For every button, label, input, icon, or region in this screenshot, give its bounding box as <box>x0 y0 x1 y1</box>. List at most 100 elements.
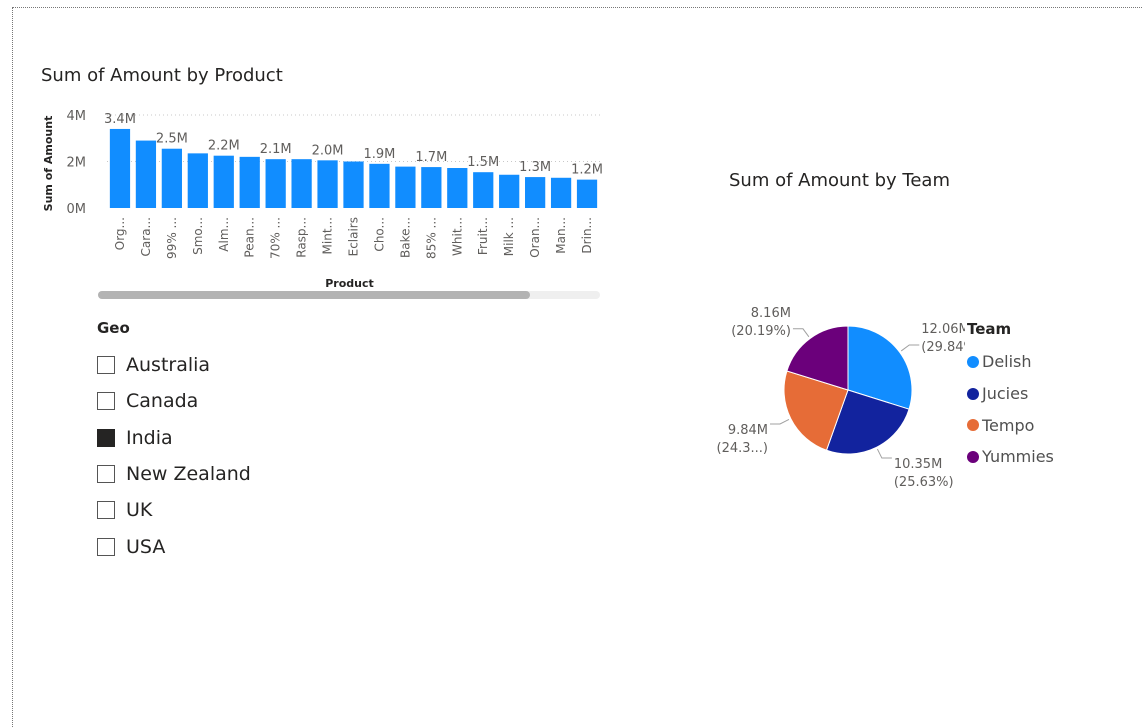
slicer-item-label: Canada <box>126 390 199 413</box>
x-axis-title: Product <box>325 277 374 290</box>
x-tick-label: Eclairs <box>347 217 361 256</box>
checkbox[interactable] <box>97 537 115 556</box>
pie-chart[interactable]: 12.06M (29.84%) 10.35M (25.63%) 9.84M (24.3..… <box>700 290 965 490</box>
bar-chart-scrollbar-thumb[interactable] <box>98 291 530 299</box>
checkbox[interactable] <box>97 428 115 447</box>
pie-chart-title: Sum of Amount by Team <box>729 170 950 191</box>
bar[interactable] <box>213 155 234 208</box>
legend-dot-icon <box>967 450 979 463</box>
pie-value-label: 10.35M <box>894 457 942 472</box>
legend-dot-icon <box>967 387 979 400</box>
bar-data-label: 3.4M <box>104 112 136 127</box>
x-tick-label: Smo... <box>191 217 205 255</box>
x-tick-label: Pean... <box>243 217 257 258</box>
legend-item-yummies[interactable]: Yummies <box>967 441 1054 473</box>
x-tick-label: Org... <box>113 217 127 250</box>
pie-value-label: 12.06M <box>921 322 965 337</box>
pie-percent-label: (29.84%) <box>921 340 965 355</box>
legend-item-label: Tempo <box>982 415 1035 435</box>
bar-data-label: 1.5M <box>467 155 499 170</box>
pie-leader-line <box>770 419 790 425</box>
legend-dot-icon <box>967 355 979 368</box>
bar[interactable] <box>135 140 157 208</box>
bar-data-label: 1.3M <box>519 160 551 175</box>
pie-value-label: 9.84M <box>728 423 768 438</box>
bar[interactable] <box>317 160 338 208</box>
y-tick-label: 4M <box>67 109 87 124</box>
x-tick-label: Fruit... <box>476 217 490 255</box>
legend-item-jucies[interactable]: Jucies <box>967 378 1054 410</box>
x-tick-label: Drin... <box>580 217 594 254</box>
x-tick-label: Milk ... <box>502 217 516 256</box>
slicer-items: Australia Canada India New Zealand UK USA <box>97 347 251 565</box>
bar[interactable] <box>161 148 182 208</box>
x-tick-label: 99% ... <box>165 217 179 259</box>
slicer-item-label: Australia <box>126 354 211 377</box>
bar[interactable] <box>291 159 312 208</box>
slicer-item-india[interactable]: India <box>97 420 251 456</box>
legend-item-delish[interactable]: Delish <box>967 346 1054 378</box>
slicer-title: Geo <box>97 319 130 337</box>
pie-leader-line <box>792 328 810 338</box>
slicer-item-usa[interactable]: USA <box>97 528 251 564</box>
pie-percent-label: (24.3...) <box>717 441 769 456</box>
x-tick-label: Cho... <box>372 217 386 252</box>
checkbox[interactable] <box>97 501 115 520</box>
bar[interactable] <box>239 156 260 208</box>
bar-data-label: 1.7M <box>415 150 447 165</box>
bar[interactable] <box>109 128 131 208</box>
x-tick-label: Oran... <box>528 217 542 258</box>
x-tick-label: 70% ... <box>269 217 283 259</box>
y-axis-title: Sum of Amount <box>42 116 55 212</box>
slicer-item-label: India <box>126 426 173 449</box>
bar-data-label: 1.9M <box>364 147 396 162</box>
bar-data-label: 2.0M <box>312 143 344 158</box>
x-tick-label: Man... <box>554 217 568 254</box>
bar[interactable] <box>473 172 494 208</box>
y-tick-label: 2M <box>67 156 87 171</box>
bar[interactable] <box>395 166 416 208</box>
bar[interactable] <box>525 177 546 208</box>
slicer-item-label: USA <box>126 535 166 558</box>
slicer-item-label: UK <box>126 499 153 522</box>
slicer-item-new-zealand[interactable]: New Zealand <box>97 456 251 492</box>
legend-item-label: Delish <box>982 352 1032 372</box>
bar-data-label: 2.5M <box>156 132 188 147</box>
checkbox[interactable] <box>97 356 115 375</box>
bar-data-label: 1.2M <box>571 163 603 178</box>
bar[interactable] <box>550 177 572 208</box>
pie-value-label: 8.16M <box>751 306 791 321</box>
bar-data-label: 2.2M <box>208 139 240 154</box>
checkbox[interactable] <box>97 465 115 484</box>
legend-item-label: Yummies <box>982 447 1054 467</box>
bar-data-label: 2.1M <box>260 142 292 157</box>
bar[interactable] <box>369 163 390 208</box>
bar-chart-title: Sum of Amount by Product <box>41 65 283 86</box>
slicer-item-australia[interactable]: Australia <box>97 347 251 383</box>
bar[interactable] <box>187 153 208 208</box>
slicer-item-uk[interactable]: UK <box>97 492 251 528</box>
bar[interactable] <box>421 167 442 208</box>
legend-dot-icon <box>967 419 979 432</box>
legend-item-label: Jucies <box>982 384 1029 404</box>
bar[interactable] <box>447 168 468 208</box>
legend-item-tempo[interactable]: Tempo <box>967 409 1054 441</box>
pie-legend: Team Delish Jucies Tempo Yummies <box>967 320 1054 473</box>
x-tick-label: Whit... <box>450 217 464 256</box>
x-tick-label: 85% ... <box>424 217 438 259</box>
bar[interactable] <box>265 159 286 208</box>
slicer-item-label: New Zealand <box>126 463 251 486</box>
pie-percent-label: (20.19%) <box>731 324 791 339</box>
bar[interactable] <box>343 161 364 209</box>
pie-percent-label: (25.63%) <box>894 475 954 490</box>
bar-chart[interactable]: 0M 2M 4M Sum of Amount 3.4M Org... Cara... 2.5M… <box>30 95 620 295</box>
legend-items: Delish Jucies Tempo Yummies <box>967 346 1054 473</box>
legend-title: Team <box>967 320 1012 338</box>
bar-chart-scrollbar[interactable] <box>98 291 600 299</box>
slicer-item-canada[interactable]: Canada <box>97 383 251 419</box>
x-tick-label: Alm... <box>217 217 231 252</box>
bar[interactable] <box>499 174 520 208</box>
bar[interactable] <box>576 179 598 208</box>
checkbox[interactable] <box>97 392 115 411</box>
x-tick-label: Rasp... <box>295 217 309 258</box>
